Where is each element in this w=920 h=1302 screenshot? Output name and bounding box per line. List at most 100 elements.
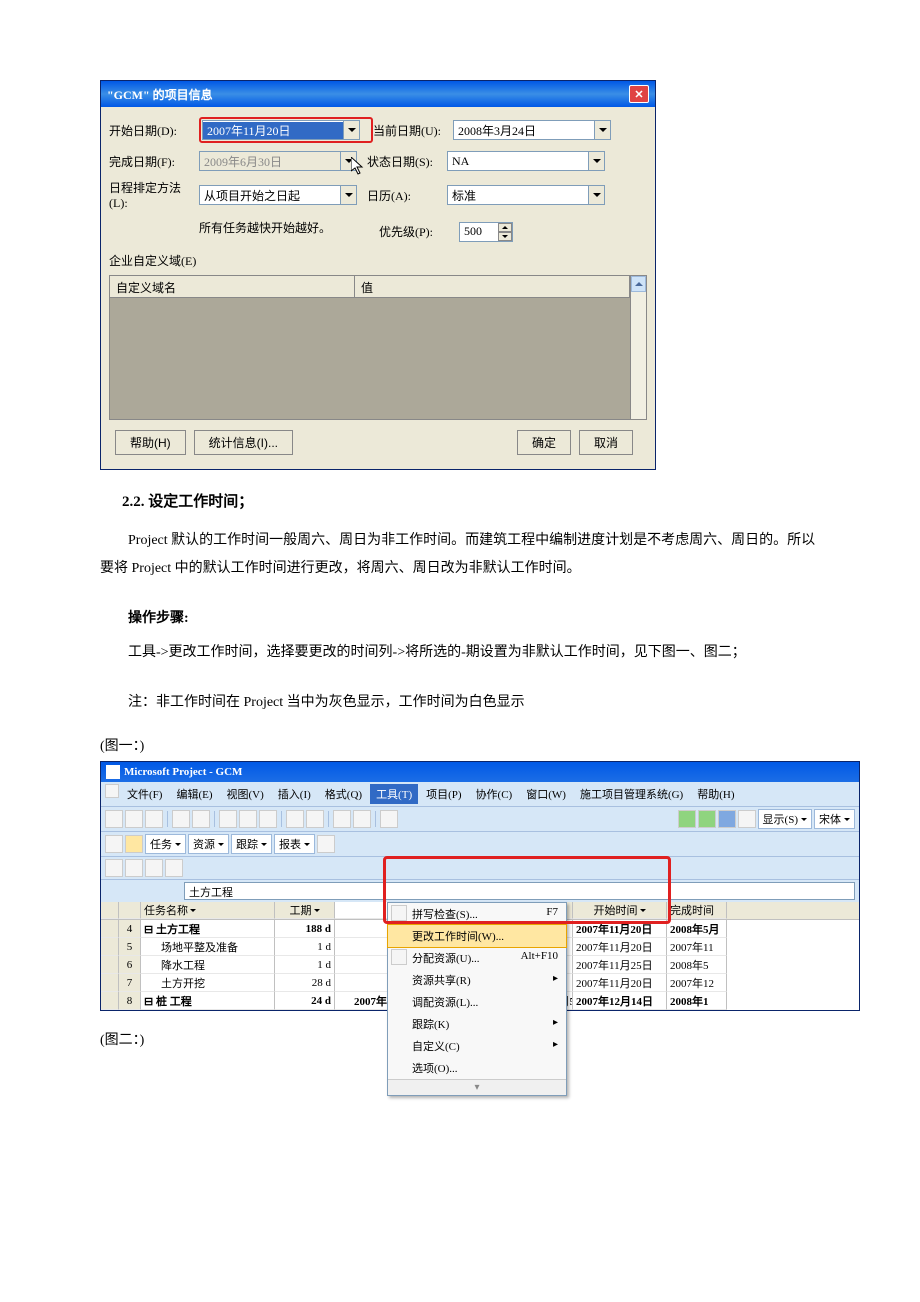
menu-project[interactable]: 项目(P) xyxy=(420,784,467,804)
calendar-label: 日历(A): xyxy=(367,187,447,204)
nav-icon[interactable] xyxy=(718,810,736,828)
toolbar-views: 任务 资源 跟踪 报表 xyxy=(101,831,859,856)
icon[interactable] xyxy=(145,859,163,877)
msproject-window: Microsoft Project - GCM 文件(F) 编辑(E) 视图(V… xyxy=(100,761,860,1011)
chevron-down-icon[interactable] xyxy=(588,186,604,204)
menu-view[interactable]: 视图(V) xyxy=(221,784,270,804)
preview-icon[interactable] xyxy=(192,810,210,828)
link-icon[interactable] xyxy=(333,810,351,828)
menu-format[interactable]: 格式(Q) xyxy=(319,784,368,804)
finish-header[interactable]: 完成时间 xyxy=(667,902,727,919)
indicator-header[interactable] xyxy=(101,902,119,919)
menu-tools[interactable]: 工具(T) xyxy=(370,784,418,804)
save-icon[interactable] xyxy=(145,810,163,828)
start-date-label: 开始日期(D): xyxy=(109,122,199,139)
menu-icon xyxy=(391,949,407,965)
menu-file[interactable]: 文件(F) xyxy=(121,784,168,804)
cut-icon[interactable] xyxy=(219,810,237,828)
figure-label: (图一：) xyxy=(100,735,820,755)
redo-icon[interactable] xyxy=(306,810,324,828)
formula-input[interactable]: 土方工程 xyxy=(184,882,855,900)
formula-bar: 土方工程 xyxy=(101,879,859,902)
custom-fields-grid: 自定义域名 值 xyxy=(109,275,647,420)
spinner-up-icon[interactable] xyxy=(498,223,512,232)
current-date-label: 当前日期(U): xyxy=(373,122,453,139)
paragraph-note: 注：非工作时间在 Project 当中为灰色显示，工作时间为白色显示 xyxy=(100,689,820,717)
menu-item[interactable]: 选项(O)... xyxy=(388,1057,566,1079)
finish-date-label: 完成日期(F): xyxy=(109,153,199,170)
menu-item[interactable]: 拼写检查(S)...F7 xyxy=(388,903,566,925)
window-titlebar: Microsoft Project - GCM xyxy=(101,762,859,782)
close-icon[interactable]: ✕ xyxy=(629,85,649,103)
nav-icon[interactable] xyxy=(678,810,696,828)
undo-icon[interactable] xyxy=(286,810,304,828)
duration-header[interactable]: 工期 xyxy=(275,902,335,919)
menu-icon xyxy=(391,905,407,921)
paste-icon[interactable] xyxy=(259,810,277,828)
icon[interactable] xyxy=(165,859,183,877)
menu-item[interactable]: 更改工作时间(W)... xyxy=(387,924,567,948)
open-icon[interactable] xyxy=(125,810,143,828)
track-dropdown[interactable]: 跟踪 xyxy=(231,834,272,854)
menu-item[interactable]: 分配资源(U)...Alt+F10 xyxy=(388,947,566,969)
chevron-down-icon[interactable] xyxy=(588,152,604,170)
menu-help[interactable]: 帮助(H) xyxy=(691,784,740,804)
print-icon[interactable] xyxy=(172,810,190,828)
menu-item[interactable]: 资源共享(R) xyxy=(388,969,566,991)
start-date-combo[interactable]: 2007年11月20日 xyxy=(202,120,360,140)
current-date-combo[interactable]: 2008年3月24日 xyxy=(453,120,611,140)
start-header[interactable]: 开始时间 xyxy=(573,902,667,919)
report-dropdown[interactable]: 报表 xyxy=(274,834,315,854)
minus-icon[interactable] xyxy=(738,810,756,828)
cancel-button[interactable]: 取消 xyxy=(579,430,633,455)
schedule-from-combo[interactable]: 从项目开始之日起 xyxy=(199,185,357,205)
menu-handle-icon[interactable] xyxy=(105,784,119,798)
view-icon[interactable] xyxy=(105,835,123,853)
grid-header-name[interactable]: 自定义域名 xyxy=(110,276,355,298)
resources-dropdown[interactable]: 资源 xyxy=(188,834,229,854)
grid-header-value[interactable]: 值 xyxy=(355,276,630,298)
view-icon[interactable] xyxy=(125,835,143,853)
spinner-down-icon[interactable] xyxy=(498,232,512,241)
expand-menu-icon[interactable]: ▾ xyxy=(388,1079,566,1095)
nav-icon[interactable] xyxy=(698,810,716,828)
status-date-label: 状态日期(S): xyxy=(367,153,447,170)
menu-window[interactable]: 窗口(W) xyxy=(520,784,572,804)
tasks-dropdown[interactable]: 任务 xyxy=(145,834,186,854)
menu-item[interactable]: 调配资源(L)... xyxy=(388,991,566,1013)
taskname-header[interactable]: 任务名称 xyxy=(141,902,275,919)
menu-collab[interactable]: 协作(C) xyxy=(470,784,519,804)
chevron-down-icon[interactable] xyxy=(343,121,359,139)
scroll-up-icon[interactable] xyxy=(631,276,646,292)
icon[interactable] xyxy=(125,859,143,877)
show-dropdown[interactable]: 显示(S) xyxy=(758,809,812,829)
section-heading: 2.2. 设定工作时间； xyxy=(122,490,820,511)
menu-cpms[interactable]: 施工项目管理系统(G) xyxy=(574,784,689,804)
status-date-combo[interactable]: NA xyxy=(447,151,605,171)
calendar-combo[interactable]: 标准 xyxy=(447,185,605,205)
priority-label: 优先级(P): xyxy=(379,223,459,240)
vertical-scrollbar[interactable] xyxy=(630,276,646,419)
unlink-icon[interactable] xyxy=(353,810,371,828)
copy-icon[interactable] xyxy=(239,810,257,828)
priority-spinner[interactable]: 500 xyxy=(459,222,513,242)
submenu-arrow-icon xyxy=(553,1016,558,1032)
menu-insert[interactable]: 插入(I) xyxy=(272,784,317,804)
toolbar-extra xyxy=(101,856,859,879)
tools-dropdown-menu: 拼写检查(S)...F7更改工作时间(W)...分配资源(U)...Alt+F1… xyxy=(387,902,567,1096)
menu-item[interactable]: 自定义(C) xyxy=(388,1035,566,1057)
font-dropdown[interactable]: 宋体 xyxy=(814,809,855,829)
custom-fields-label: 企业自定义域(E) xyxy=(109,252,647,269)
stats-button[interactable]: 统计信息(I)... xyxy=(194,430,293,455)
chevron-down-icon[interactable] xyxy=(340,186,356,204)
chevron-down-icon[interactable] xyxy=(594,121,610,139)
menu-edit[interactable]: 编辑(E) xyxy=(170,784,218,804)
ok-button[interactable]: 确定 xyxy=(517,430,571,455)
id-header[interactable] xyxy=(119,902,141,919)
menu-item[interactable]: 跟踪(K) xyxy=(388,1013,566,1035)
toolbar-end-icon[interactable] xyxy=(317,835,335,853)
help-button[interactable]: 帮助(H) xyxy=(115,430,186,455)
icon[interactable] xyxy=(105,859,123,877)
new-icon[interactable] xyxy=(105,810,123,828)
icon[interactable] xyxy=(380,810,398,828)
